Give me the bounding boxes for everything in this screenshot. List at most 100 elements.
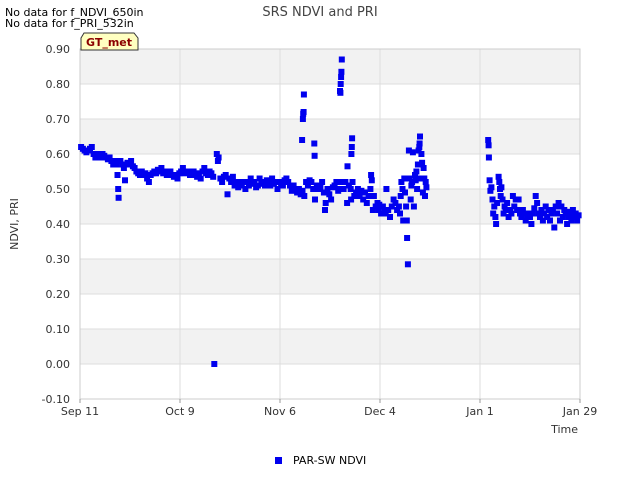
data-point [383, 186, 390, 192]
data-point [145, 179, 152, 185]
data-point [115, 186, 122, 192]
plot-band [80, 119, 580, 154]
plot-band [80, 49, 580, 84]
data-point [403, 203, 410, 210]
data-point [299, 116, 306, 122]
data-point [229, 173, 236, 180]
data-point [349, 179, 356, 185]
data-point [575, 212, 582, 219]
data-point [308, 179, 315, 185]
data-point [347, 186, 354, 192]
data-point [413, 168, 420, 175]
gt-met-badge-label: GT_met [86, 36, 132, 49]
data-point [274, 186, 281, 192]
data-point [397, 210, 403, 217]
data-point [422, 179, 429, 185]
y-tick-label: 0.30 [46, 253, 71, 266]
data-point [495, 173, 502, 180]
x-tick-label: Dec 4 [364, 405, 396, 418]
data-point [219, 179, 226, 185]
data-point [528, 221, 535, 227]
y-axis: -0.100.000.100.200.300.400.500.600.700.8… [42, 43, 70, 406]
data-point [328, 196, 335, 203]
data-point [409, 149, 416, 156]
data-point [201, 165, 208, 171]
data-point [368, 172, 375, 178]
plot-band [80, 329, 580, 364]
plot-band [80, 224, 580, 259]
x-tick-label: Sep 11 [61, 405, 99, 418]
data-point [404, 235, 411, 241]
data-point [515, 196, 522, 203]
data-point [338, 68, 345, 75]
data-point [324, 186, 331, 192]
data-point [348, 144, 355, 150]
data-point [401, 175, 408, 182]
plot-band [80, 294, 580, 329]
data-point [197, 175, 204, 182]
y-tick-label: 0.40 [46, 218, 71, 231]
data-point [300, 109, 307, 115]
chart-title: SRS NDVI and PRI [262, 5, 377, 20]
data-point [418, 151, 425, 157]
data-point [498, 184, 505, 191]
data-point [486, 177, 493, 184]
data-point [322, 200, 329, 206]
plot-band [80, 364, 580, 399]
data-point [338, 74, 345, 80]
data-point [574, 217, 581, 224]
plot-band [80, 259, 580, 294]
data-point [363, 200, 370, 206]
data-point [115, 194, 122, 201]
data-point [485, 137, 492, 143]
data-point [211, 361, 218, 367]
y-tick-label: 0.00 [46, 358, 71, 371]
plot-band [80, 84, 580, 119]
data-point [88, 144, 95, 150]
data-point [496, 179, 503, 185]
data-point [370, 193, 377, 199]
x-tick-label: Oct 9 [165, 405, 195, 418]
data-point [547, 217, 553, 224]
data-point [142, 170, 149, 177]
data-point [534, 200, 541, 206]
x-tick-label: Nov 6 [264, 405, 296, 418]
data-point [311, 140, 318, 147]
data-point [551, 224, 558, 231]
y-tick-label: 0.70 [46, 113, 71, 126]
y-tick-label: 0.60 [46, 148, 71, 161]
y-tick-label: 0.10 [46, 323, 71, 336]
data-point [337, 89, 344, 96]
x-tick-label: Jan 1 [465, 405, 493, 418]
data-point [417, 133, 423, 140]
x-axis: Sep 11 Oct 9 Nov 6 Dec 4 Jan 1 Jan 29 [61, 399, 597, 418]
data-point [494, 200, 501, 206]
data-point [333, 179, 340, 185]
x-tick-label: Jan 29 [562, 405, 597, 418]
gt-met-badge[interactable]: GT_met [80, 32, 139, 51]
data-point [508, 210, 515, 217]
legend-marker [275, 457, 282, 464]
data-point [114, 172, 121, 178]
legend-label: PAR-SW NDVI [293, 454, 366, 467]
y-tick-label: 0.50 [46, 183, 71, 196]
data-point [532, 193, 539, 199]
data-point [416, 140, 423, 147]
data-point [485, 142, 492, 149]
y-tick-label: 0.20 [46, 288, 71, 301]
data-point [365, 193, 372, 199]
data-point [504, 200, 511, 206]
data-point [420, 165, 427, 171]
data-point [311, 152, 318, 159]
data-point [529, 210, 536, 217]
legend: PAR-SW NDVI [275, 454, 366, 467]
data-point [301, 193, 308, 199]
data-point [322, 207, 328, 213]
data-point [326, 191, 333, 198]
data-point [349, 135, 356, 142]
data-point [210, 173, 217, 180]
data-point [493, 221, 500, 227]
data-point [423, 184, 430, 191]
data-point [368, 177, 375, 184]
data-point [492, 214, 499, 220]
